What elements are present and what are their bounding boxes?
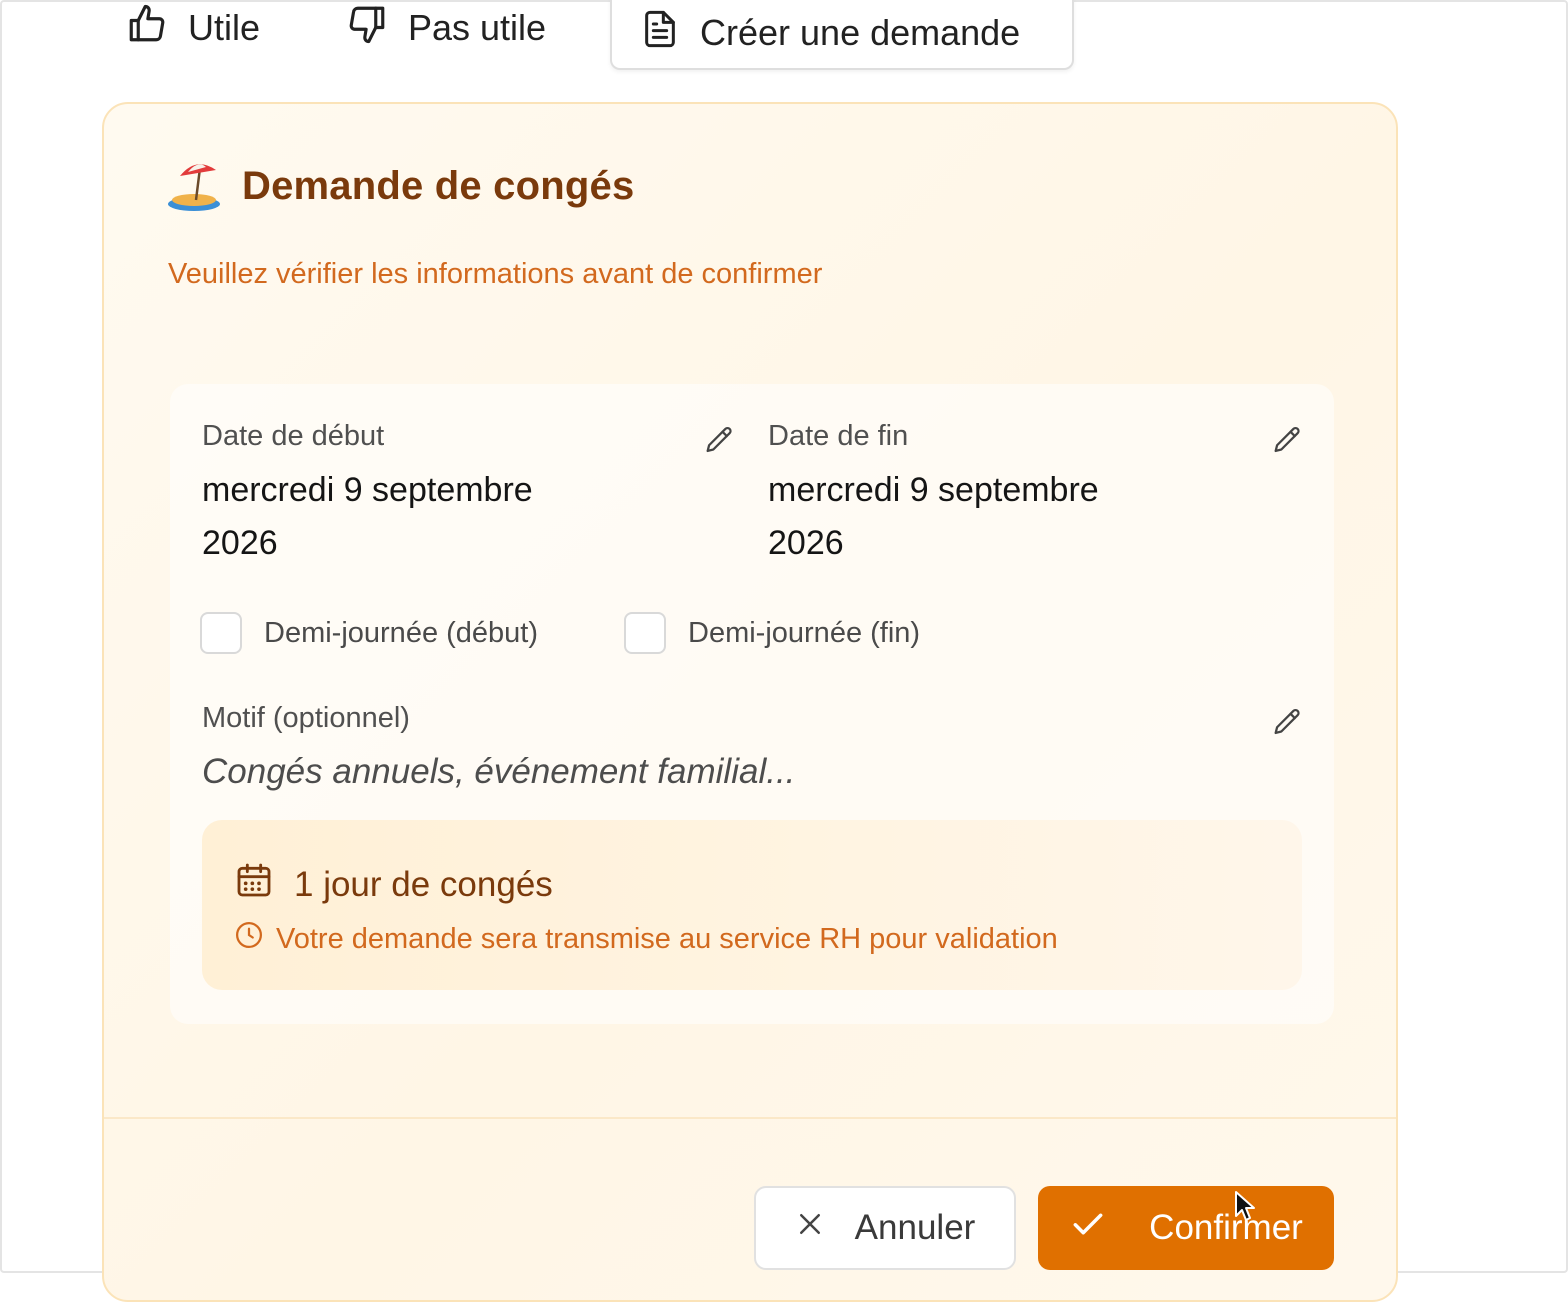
summary-days: 1 jour de congés (234, 860, 553, 909)
leave-request-card: Demande de congés Veuillez vérifier les … (102, 102, 1398, 1302)
half-day-end-label: Demi-journée (fin) (688, 616, 921, 649)
pas-utile-label: Pas utile (408, 7, 547, 48)
details-panel: Date de début mercredi 9 septembre 2026 … (170, 384, 1334, 1024)
cancel-label: Annuler (854, 1208, 976, 1247)
end-date-line2: 2026 (768, 524, 844, 562)
confirm-label: Confirmer (1149, 1208, 1303, 1247)
window-frame: Utile Pas utile Créer une demande Demand… (0, 0, 1568, 1302)
start-date-label: Date de début (202, 420, 385, 452)
cancel-button[interactable]: Annuler (754, 1186, 1016, 1270)
half-day-start-checkbox[interactable] (200, 612, 242, 654)
summary-days-text: 1 jour de congés (294, 864, 553, 904)
clock-icon (234, 920, 264, 958)
half-day-end-checkbox[interactable] (624, 612, 666, 654)
create-request-button[interactable]: Créer une demande (610, 0, 1074, 70)
motif-label: Motif (optionnel) (202, 702, 410, 734)
check-icon (1069, 1205, 1107, 1252)
edit-end-date-icon[interactable] (1270, 424, 1304, 458)
card-subtitle: Veuillez vérifier les informations avant… (168, 258, 823, 290)
half-day-start-label: Demi-journée (début) (264, 616, 539, 649)
leave-summary: 1 jour de congés Votre demande sera tran… (202, 820, 1302, 990)
start-date-line1: mercredi 9 septembre (202, 471, 533, 509)
motif-field[interactable]: Congés annuels, événement familial... (202, 752, 795, 792)
summary-note: Votre demande sera transmise au service … (234, 920, 1058, 958)
footer-divider (104, 1117, 1396, 1119)
end-date-value[interactable]: mercredi 9 septembre 2026 (768, 464, 1099, 570)
edit-start-date-icon[interactable] (702, 424, 736, 458)
mouse-cursor-icon (1235, 1191, 1255, 1221)
beach-umbrella-icon (166, 154, 226, 219)
end-date-label: Date de fin (768, 420, 909, 452)
thumbs-down-icon (346, 3, 388, 54)
confirm-button[interactable]: Confirmer (1038, 1186, 1334, 1270)
utile-button[interactable]: Utile (126, 2, 260, 54)
card-title: Demande de congés (242, 164, 635, 208)
half-day-start-option[interactable]: Demi-journée (début) (200, 612, 538, 654)
start-date-value[interactable]: mercredi 9 septembre 2026 (202, 464, 533, 570)
half-day-end-option[interactable]: Demi-journée (fin) (624, 612, 920, 654)
document-icon (640, 9, 680, 58)
card-header: Demande de congés (166, 154, 634, 219)
calendar-icon (234, 860, 274, 909)
pas-utile-button[interactable]: Pas utile (346, 2, 546, 54)
start-date-line2: 2026 (202, 524, 278, 562)
summary-note-text: Votre demande sera transmise au service … (276, 922, 1058, 955)
thumbs-up-icon (126, 3, 168, 54)
edit-motif-icon[interactable] (1270, 706, 1304, 740)
create-request-label: Créer une demande (700, 12, 1021, 53)
end-date-line1: mercredi 9 septembre (768, 471, 1099, 509)
utile-label: Utile (188, 7, 261, 48)
close-icon (795, 1208, 825, 1248)
